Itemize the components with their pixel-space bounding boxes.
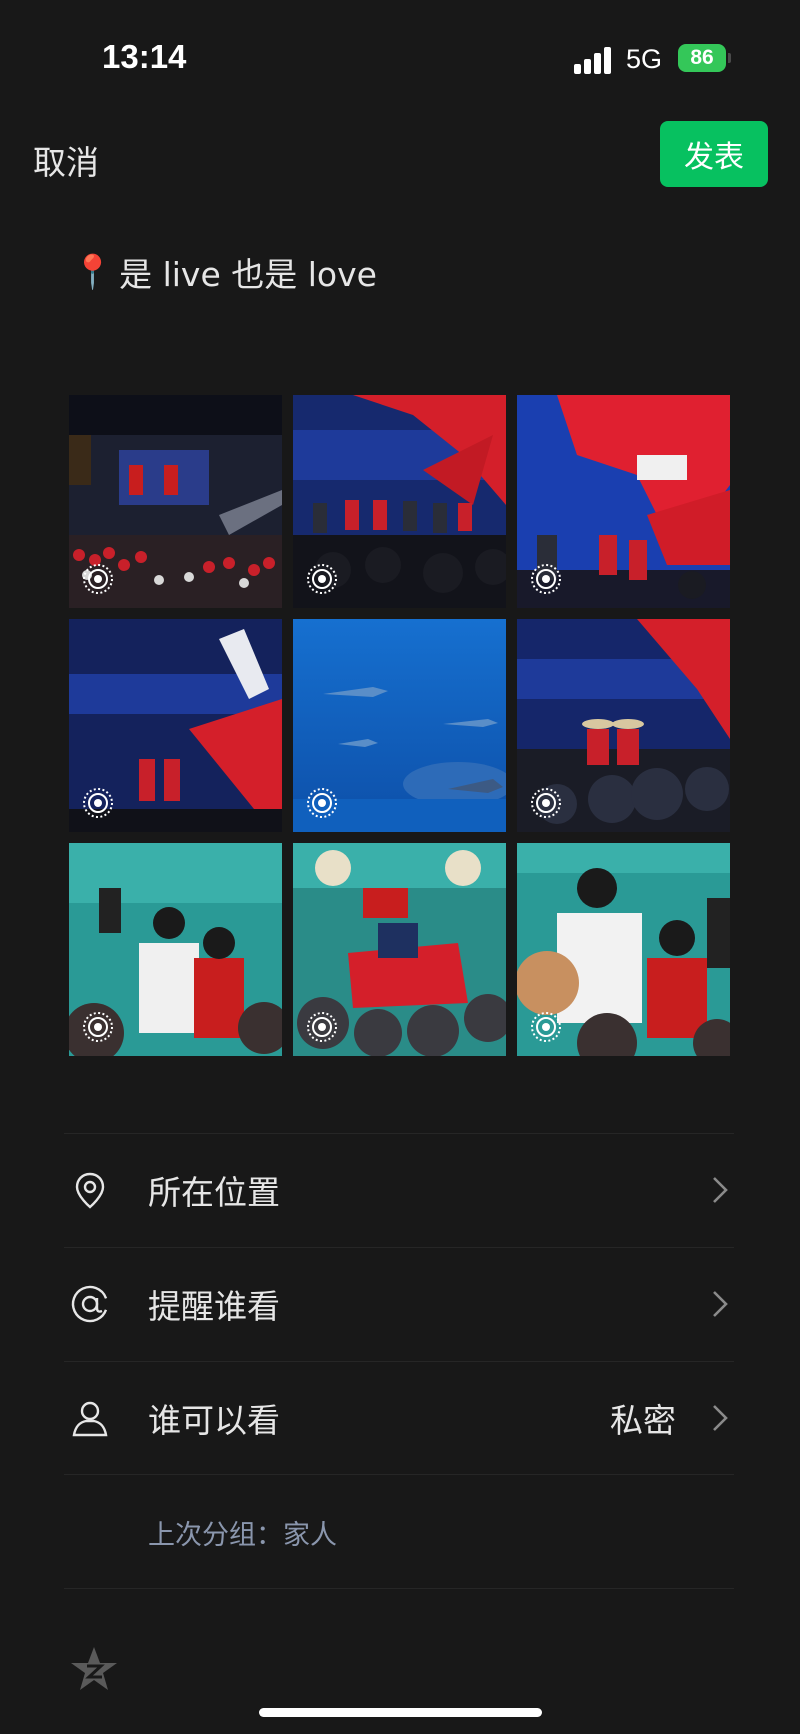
live-photo-icon — [307, 564, 337, 594]
cancel-button[interactable]: 取消 — [33, 136, 99, 184]
live-photo-icon — [531, 788, 561, 818]
live-photo-icon — [531, 1012, 561, 1042]
live-photo-icon — [531, 564, 561, 594]
photo-thumbnail[interactable] — [293, 395, 506, 608]
home-indicator — [259, 1708, 542, 1717]
chevron-right-icon — [713, 1291, 728, 1317]
photo-thumbnail[interactable] — [69, 395, 282, 608]
chevron-right-icon — [713, 1177, 728, 1203]
battery-icon: 86 — [678, 44, 726, 72]
last-group-hint[interactable]: 上次分组：家人 — [148, 1513, 337, 1552]
caption-text: 是 live 也是 love — [119, 255, 377, 294]
network-type: 5G — [626, 44, 663, 74]
divider — [64, 1474, 734, 1475]
favorite-star-icon[interactable] — [68, 1644, 120, 1696]
live-photo-icon — [83, 1012, 113, 1042]
photo-thumbnail[interactable] — [293, 843, 506, 1056]
visibility-row[interactable]: 谁可以看 私密 — [64, 1361, 734, 1474]
photo-thumbnail[interactable] — [293, 619, 506, 832]
live-photo-icon — [83, 564, 113, 594]
remind-row[interactable]: 提醒谁看 — [64, 1247, 734, 1360]
battery-nub — [728, 53, 731, 63]
pin-emoji-icon: 📍 — [72, 252, 114, 291]
post-button[interactable]: 发表 — [660, 121, 768, 187]
photo-thumbnail[interactable] — [69, 619, 282, 832]
divider — [64, 1588, 734, 1589]
location-row[interactable]: 所在位置 — [64, 1133, 734, 1246]
status-time: 13:14 — [102, 38, 187, 75]
location-label: 所在位置 — [148, 1173, 280, 1212]
photo-grid — [69, 395, 730, 1056]
chevron-right-icon — [713, 1405, 728, 1431]
photo-thumbnail[interactable] — [517, 619, 730, 832]
visibility-value: 私密 — [610, 1401, 676, 1440]
live-photo-icon — [83, 788, 113, 818]
live-photo-icon — [307, 1012, 337, 1042]
photo-thumbnail[interactable] — [69, 843, 282, 1056]
photo-thumbnail[interactable] — [517, 843, 730, 1056]
at-sign-icon — [71, 1285, 109, 1323]
remind-label: 提醒谁看 — [148, 1287, 280, 1326]
photo-thumbnail[interactable] — [517, 395, 730, 608]
location-pin-icon — [75, 1172, 105, 1209]
person-icon — [72, 1401, 108, 1437]
visibility-label: 谁可以看 — [148, 1401, 280, 1440]
caption-text-field[interactable]: 📍 是 live 也是 love — [72, 248, 377, 296]
cellular-signal-icon — [574, 46, 614, 74]
live-photo-icon — [307, 788, 337, 818]
battery-level: 86 — [690, 46, 714, 69]
